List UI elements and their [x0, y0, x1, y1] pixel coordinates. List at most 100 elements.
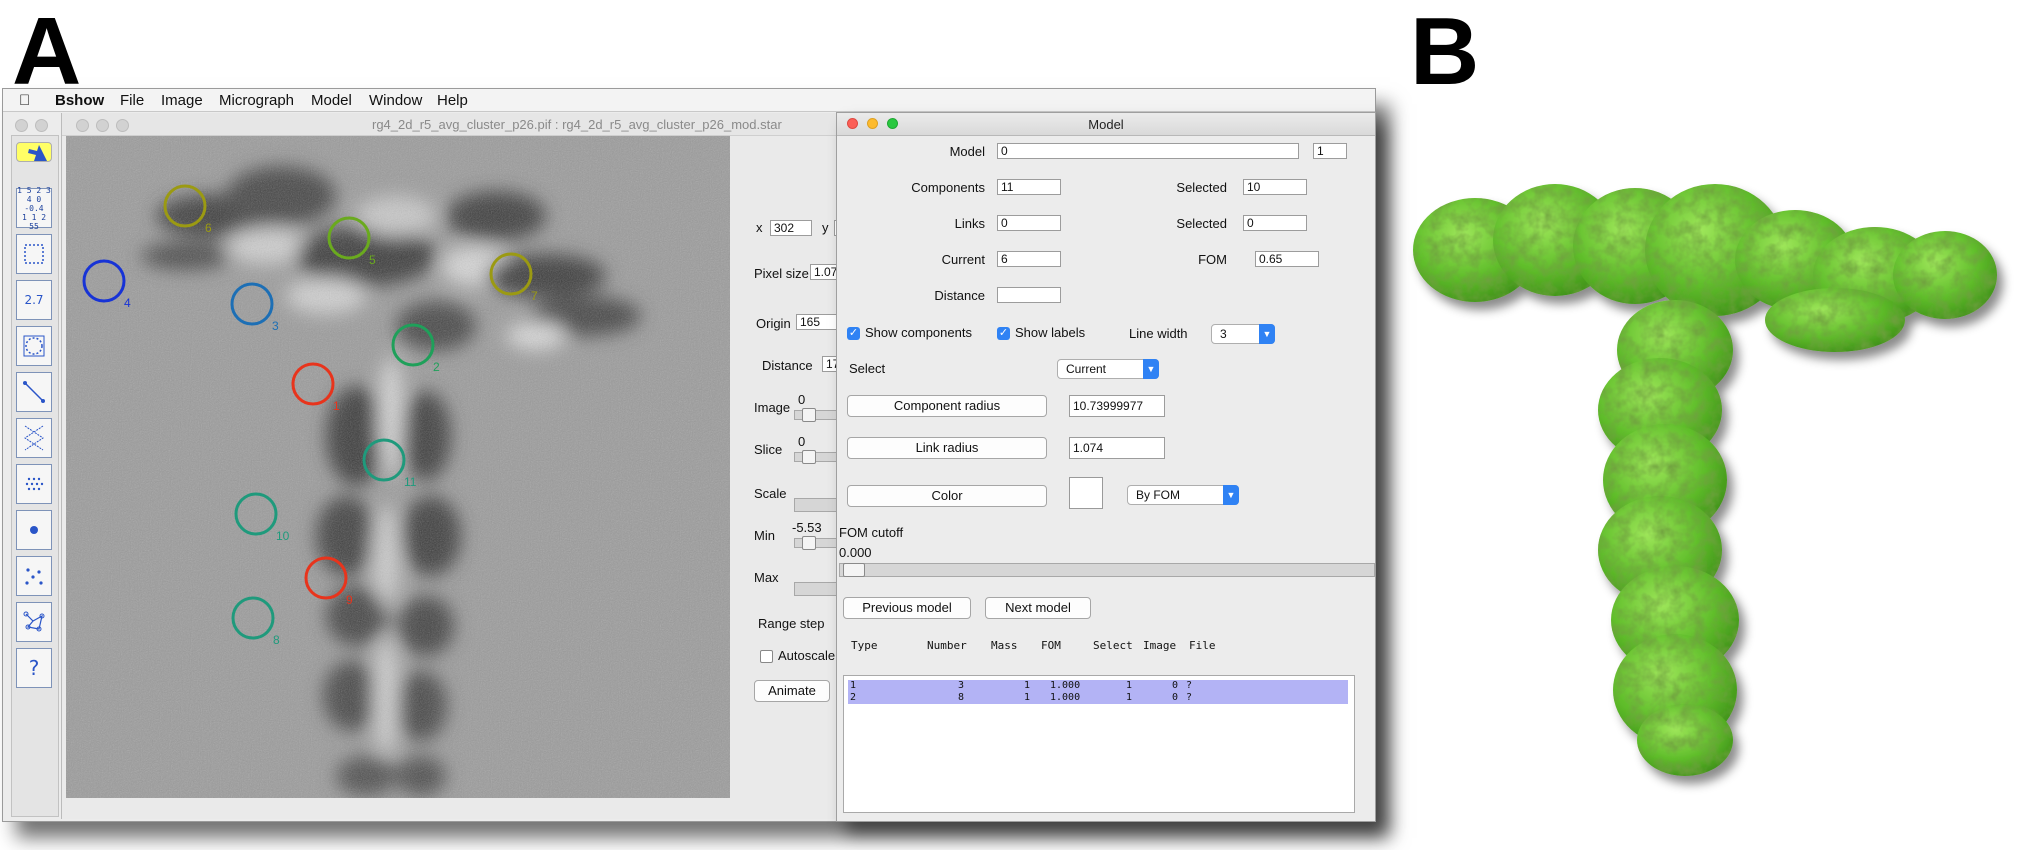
- color-mode-select[interactable]: By FOM ▼: [1127, 485, 1239, 505]
- menu-help[interactable]: Help: [437, 92, 468, 109]
- select-value: Current: [1066, 362, 1107, 376]
- image-close-button[interactable]: [76, 119, 89, 132]
- selected-links-field[interactable]: 0: [1243, 215, 1307, 231]
- palette-minimize-button[interactable]: [35, 119, 48, 132]
- link-radius-field[interactable]: 1.074: [1069, 437, 1165, 459]
- circle-tool-button[interactable]: [16, 326, 52, 366]
- lattice-icon: [25, 477, 44, 491]
- next-model-button[interactable]: Next model: [985, 597, 1091, 619]
- col-mass: Mass: [991, 639, 1018, 652]
- cell-image: 0: [1172, 680, 1179, 691]
- menu-window[interactable]: Window: [369, 92, 422, 109]
- select-label: Select: [849, 361, 886, 376]
- animate-button[interactable]: Animate: [754, 680, 830, 702]
- menu-image[interactable]: Image: [161, 92, 203, 109]
- link-radius-button[interactable]: Link radius: [847, 437, 1047, 459]
- cell-fom: 1.000: [1050, 692, 1081, 703]
- pointer-tool-button[interactable]: [16, 142, 52, 162]
- slice-value: 0: [798, 434, 806, 449]
- line-width-select[interactable]: 3 ▼: [1211, 324, 1275, 344]
- filament-tool-button[interactable]: [16, 418, 52, 458]
- component-label: 9: [346, 593, 353, 607]
- help-tool-button[interactable]: ?: [16, 648, 52, 688]
- slice-slider-knob[interactable]: [802, 450, 816, 464]
- table-row[interactable]: 1 3 1 1.000 1 0 ?: [848, 680, 1348, 692]
- apple-menu-icon[interactable]: : [19, 92, 30, 109]
- line-icon: [23, 381, 45, 403]
- scatter-points-icon: [25, 568, 43, 585]
- menu-model[interactable]: Model: [311, 92, 352, 109]
- distance-field[interactable]: [997, 287, 1061, 303]
- origin-label: Origin: [756, 316, 791, 331]
- autoscale-checkbox[interactable]: [760, 650, 773, 663]
- micrograph-view[interactable]: 1 2 3 4 5 6 7 8 9 10 11: [66, 136, 730, 798]
- menu-app-name[interactable]: Bshow: [55, 92, 104, 109]
- box-tool-button[interactable]: [16, 234, 52, 274]
- image-zoom-button[interactable]: [116, 119, 129, 132]
- min-slider-knob[interactable]: [802, 536, 816, 550]
- current-field[interactable]: 6: [997, 251, 1061, 267]
- fom-field[interactable]: 0.65: [1255, 251, 1319, 267]
- component-label: 1: [333, 399, 340, 413]
- col-fom: FOM: [1041, 639, 1061, 652]
- cell-mass: 1: [1024, 680, 1031, 691]
- show-labels-label: Show labels: [1015, 325, 1086, 340]
- single-point-tool-button[interactable]: [16, 510, 52, 550]
- tool-palette: 1 5 2 34 0 -0.4 1 1 2 55 2.7 ?: [11, 135, 59, 817]
- components-field[interactable]: 11: [997, 179, 1061, 195]
- measure-tool-button[interactable]: 2.7: [16, 280, 52, 320]
- values-tool-button[interactable]: 1 5 2 34 0 -0.4 1 1 2 55: [16, 185, 52, 231]
- component-label: 4: [124, 296, 131, 310]
- cell-type: 2: [850, 692, 857, 703]
- image-value: 0: [798, 392, 806, 407]
- cell-image: 0: [1172, 692, 1179, 703]
- lattice-tool-button[interactable]: [16, 464, 52, 504]
- component-radius-field[interactable]: 10.73999977: [1069, 395, 1165, 417]
- noise-overlay: [66, 136, 730, 798]
- previous-model-button[interactable]: Previous model: [843, 597, 971, 619]
- cell-file: ?: [1186, 680, 1193, 691]
- col-image: Image: [1143, 639, 1177, 652]
- component-label: 7: [531, 289, 538, 303]
- line-tool-button[interactable]: [16, 372, 52, 412]
- values-icon: 1 5 2 34 0 -0.4 1 1 2 55: [17, 185, 51, 231]
- points-tool-button[interactable]: [16, 556, 52, 596]
- model-tool-button[interactable]: [16, 602, 52, 642]
- links-field[interactable]: 0: [997, 215, 1061, 231]
- table-row[interactable]: 2 8 1 1.000 1 0 ?: [848, 692, 1348, 704]
- component-label: 6: [205, 221, 212, 235]
- chevron-down-icon: ▼: [1259, 324, 1275, 344]
- color-button[interactable]: Color: [847, 485, 1047, 507]
- slice-label: Slice: [754, 442, 783, 457]
- fom-cutoff-slider-knob[interactable]: [843, 563, 865, 577]
- fom-cutoff-slider[interactable]: [839, 563, 1375, 577]
- show-labels-checkbox[interactable]: ✓: [997, 327, 1010, 340]
- component-label: 5: [369, 253, 376, 267]
- cell-file: ?: [1186, 692, 1193, 703]
- x-field[interactable]: 302: [770, 220, 812, 236]
- image-slider-knob[interactable]: [802, 408, 816, 422]
- range-step-label: Range step: [758, 616, 825, 631]
- selected-links-label: Selected: [1176, 216, 1227, 231]
- component-radius-button[interactable]: Component radius: [847, 395, 1047, 417]
- model-field[interactable]: 0: [997, 143, 1299, 159]
- select-dropdown[interactable]: Current ▼: [1057, 359, 1159, 379]
- selected-components-field[interactable]: 10: [1243, 179, 1307, 195]
- color-swatch[interactable]: [1069, 477, 1103, 509]
- menu-micrograph[interactable]: Micrograph: [219, 92, 294, 109]
- component-list[interactable]: 1 3 1 1.000 1 0 ? 2 8 1 1.000 1 0 ?: [843, 675, 1355, 813]
- image-info-panel: x 302 y 2 Pixel size 1.07 Origin 165 Dis…: [742, 136, 844, 730]
- origin-field[interactable]: 165: [796, 314, 840, 330]
- model-count-field[interactable]: 1: [1313, 143, 1347, 159]
- cell-select: 1: [1126, 692, 1133, 703]
- min-label: Min: [754, 528, 775, 543]
- palette-close-button[interactable]: [15, 119, 28, 132]
- arrow-pointer-icon: [28, 145, 47, 161]
- menu-bar:  Bshow File Image Micrograph Model Wind…: [3, 89, 1375, 112]
- cell-fom: 1.000: [1050, 680, 1081, 691]
- image-minimize-button[interactable]: [96, 119, 109, 132]
- min-value: -5.53: [792, 520, 822, 535]
- show-components-checkbox[interactable]: ✓: [847, 327, 860, 340]
- image-window-titlebar: rg4_2d_r5_avg_cluster_p26.pif : rg4_2d_r…: [62, 113, 842, 136]
- menu-file[interactable]: File: [120, 92, 144, 109]
